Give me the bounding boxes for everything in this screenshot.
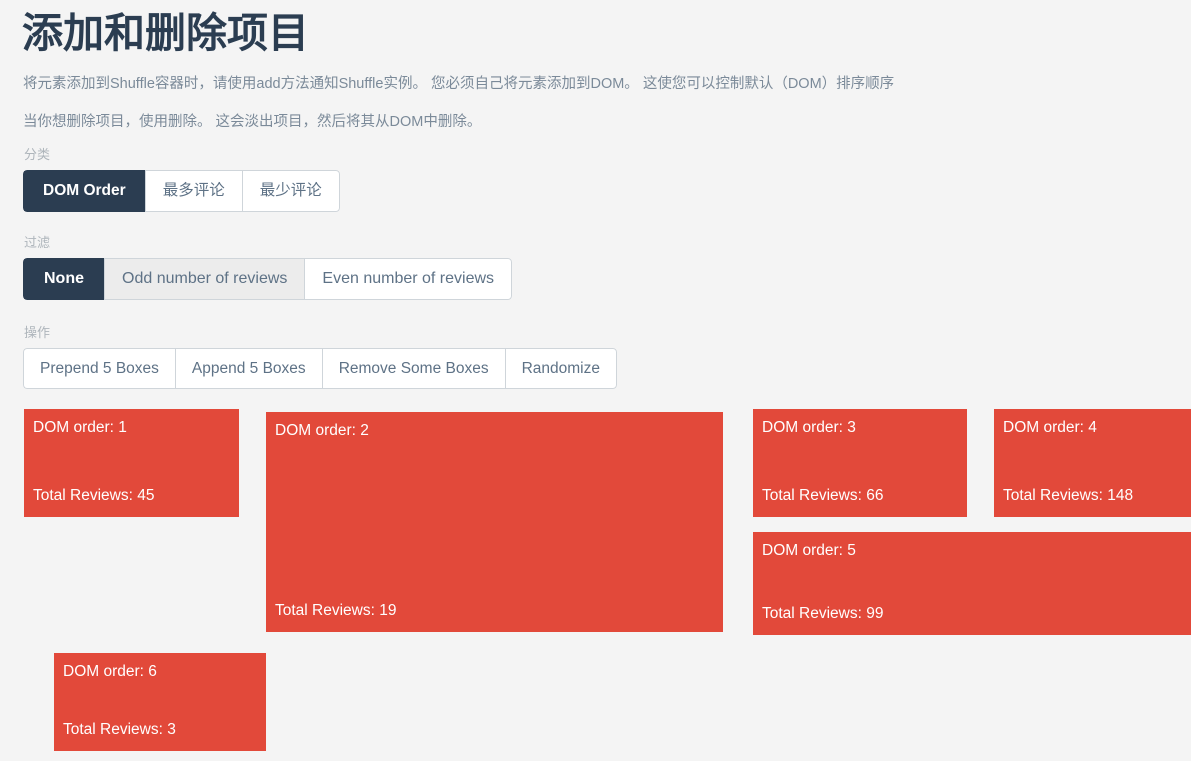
- shuffle-item-total-reviews: Total Reviews: 66: [762, 487, 884, 504]
- action-control-group: 操作 Prepend 5 Boxes Append 5 Boxes Remove…: [23, 325, 617, 389]
- sort-control-group: 分类 DOM Order 最多评论 最少评论: [23, 147, 340, 212]
- shuffle-item-dom-order: DOM order: 1: [33, 419, 127, 436]
- filter-button-group: None Odd number of reviews Even number o…: [23, 258, 513, 300]
- sort-option-most-reviews[interactable]: 最多评论: [144, 170, 242, 212]
- shuffle-item-total-reviews: Total Reviews: 19: [275, 602, 397, 619]
- sort-option-least-reviews[interactable]: 最少评论: [241, 170, 340, 212]
- action-group-label: 操作: [24, 325, 51, 340]
- shuffle-item[interactable]: DOM order: 4 Total Reviews: 148: [994, 409, 1191, 517]
- shuffle-item-dom-order: DOM order: 2: [275, 422, 369, 439]
- randomize-button[interactable]: Randomize: [504, 348, 617, 389]
- shuffle-item[interactable]: DOM order: 6 Total Reviews: 3: [54, 653, 266, 751]
- append-boxes-button[interactable]: Append 5 Boxes: [174, 348, 322, 389]
- sort-option-dom-order[interactable]: DOM Order: [23, 170, 145, 212]
- intro-paragraph-2: 当你想删除项目，使用删除。 这会淡出项目，然后将其从DOM中删除。: [23, 114, 482, 130]
- shuffle-item-dom-order: DOM order: 3: [762, 419, 856, 436]
- remove-boxes-button[interactable]: Remove Some Boxes: [321, 348, 505, 389]
- shuffle-item-total-reviews: Total Reviews: 99: [762, 605, 884, 622]
- filter-option-odd-reviews[interactable]: Odd number of reviews: [104, 258, 305, 300]
- prepend-boxes-button[interactable]: Prepend 5 Boxes: [23, 348, 175, 389]
- shuffle-item[interactable]: DOM order: 2 Total Reviews: 19: [266, 412, 723, 632]
- shuffle-item-dom-order: DOM order: 5: [762, 542, 856, 559]
- intro-text-block: 将元素添加到Shuffle容器时，请使用add方法通知Shuffle实例。 您必…: [23, 71, 1173, 147]
- shuffle-item-dom-order: DOM order: 6: [63, 663, 157, 680]
- shuffle-item[interactable]: DOM order: 5 Total Reviews: 99: [753, 532, 1191, 635]
- filter-control-group: 过滤 None Odd number of reviews Even numbe…: [23, 235, 513, 300]
- shuffle-item-total-reviews: Total Reviews: 148: [1003, 487, 1134, 504]
- sort-group-label: 分类: [24, 147, 51, 162]
- page-title: 添加和删除项目: [22, 10, 309, 56]
- filter-option-even-reviews[interactable]: Even number of reviews: [304, 258, 513, 300]
- intro-paragraph-1: 将元素添加到Shuffle容器时，请使用add方法通知Shuffle实例。 您必…: [23, 76, 895, 92]
- shuffle-item[interactable]: DOM order: 3 Total Reviews: 66: [753, 409, 967, 517]
- shuffle-item[interactable]: DOM order: 1 Total Reviews: 45: [24, 409, 239, 517]
- shuffle-item-total-reviews: Total Reviews: 45: [33, 487, 155, 504]
- action-button-group: Prepend 5 Boxes Append 5 Boxes Remove So…: [23, 348, 617, 389]
- filter-option-none[interactable]: None: [23, 258, 104, 300]
- filter-group-label: 过滤: [24, 235, 51, 250]
- sort-button-group: DOM Order 最多评论 最少评论: [23, 170, 340, 212]
- shuffle-item-dom-order: DOM order: 4: [1003, 419, 1097, 436]
- shuffle-item-total-reviews: Total Reviews: 3: [63, 721, 176, 738]
- page-root: 添加和删除项目 将元素添加到Shuffle容器时，请使用add方法通知Shuff…: [0, 0, 1191, 761]
